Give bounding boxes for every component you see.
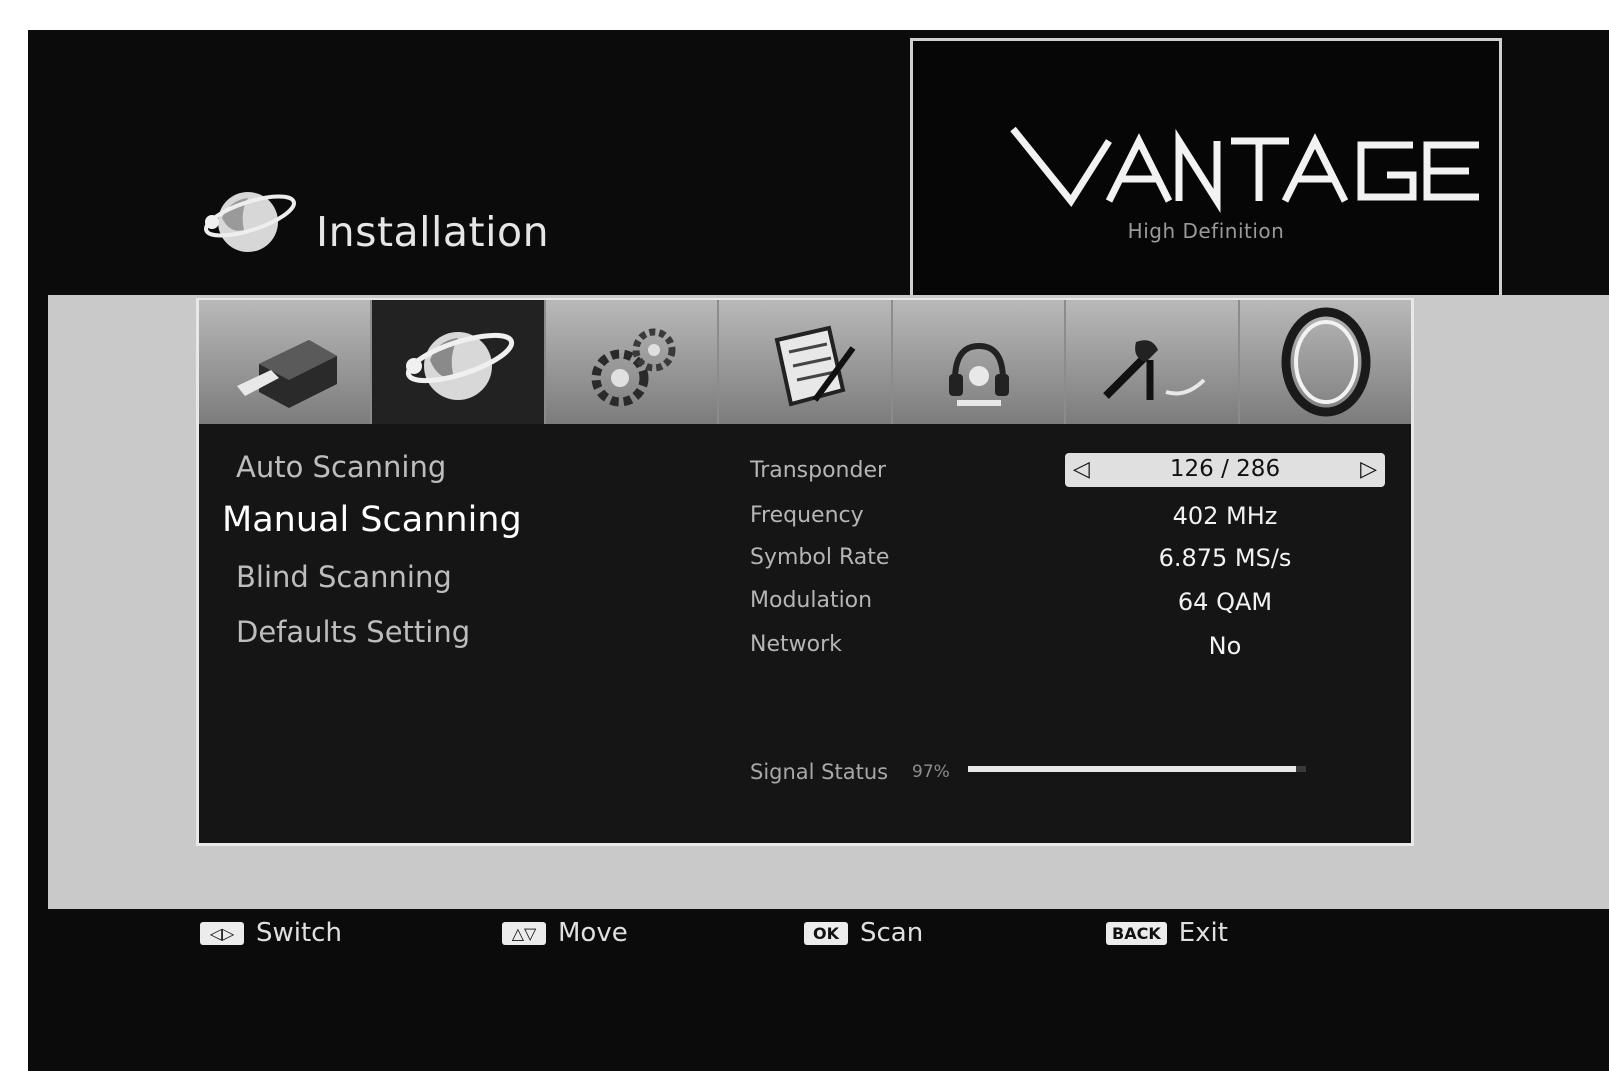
tab-installation[interactable] xyxy=(372,300,546,424)
headphones-icon xyxy=(948,342,1009,406)
menu-item-auto-scanning[interactable]: Auto Scanning xyxy=(236,450,446,484)
menu-item-manual-scanning[interactable]: Manual Scanning xyxy=(222,500,522,540)
footer-switch: ◁▷ Switch xyxy=(200,918,342,948)
logo-subtitle: High Definition xyxy=(1127,219,1285,243)
tools-icon xyxy=(1103,340,1206,400)
frequency-label: Frequency xyxy=(750,503,864,528)
ok-key-icon: OK xyxy=(804,921,848,945)
signal-status-bar xyxy=(968,766,1306,772)
network-value[interactable]: No xyxy=(1130,632,1320,660)
menu-icon-bar xyxy=(199,300,1411,424)
footer-scan-label: Scan xyxy=(860,918,924,948)
footer-scan: OK Scan xyxy=(804,918,923,948)
symbol-rate-value[interactable]: 6.875 MS/s xyxy=(1130,544,1320,572)
transponder-selector[interactable]: ◁ 126 / 286 ▷ xyxy=(1065,453,1385,487)
signal-status-label: Signal Status xyxy=(750,760,889,784)
brand-logo: High Definition xyxy=(910,38,1502,302)
receiver-icon xyxy=(237,340,337,408)
page-title: Installation xyxy=(316,208,550,256)
modulation-value[interactable]: 64 QAM xyxy=(1130,588,1320,616)
tab-receiver[interactable] xyxy=(199,300,373,424)
tab-tools[interactable] xyxy=(1066,300,1240,424)
footer-exit-label: Exit xyxy=(1178,918,1228,948)
tab-notes[interactable] xyxy=(719,300,893,424)
tab-settings[interactable] xyxy=(545,300,720,424)
up-down-key-icon: △▽ xyxy=(502,921,546,945)
tab-exit[interactable] xyxy=(1239,300,1411,424)
network-label: Network xyxy=(750,632,842,657)
vantage-logo-icon xyxy=(1010,126,1479,214)
transponder-label: Transponder xyxy=(750,458,887,483)
symbol-rate-label: Symbol Rate xyxy=(750,545,890,570)
tab-audio[interactable] xyxy=(892,300,1067,424)
satellite-globe-icon xyxy=(200,178,300,262)
satellite-globe-icon xyxy=(406,332,515,400)
signal-status-percent: 97% xyxy=(912,762,950,782)
transponder-value: 126 / 286 xyxy=(1169,456,1281,482)
gears-icon xyxy=(591,328,676,407)
back-key-icon: BACK xyxy=(1106,921,1167,945)
footer-switch-label: Switch xyxy=(256,918,342,948)
notepad-icon xyxy=(774,325,856,407)
menu-item-defaults-setting[interactable]: Defaults Setting xyxy=(236,615,470,649)
arrow-right-icon[interactable]: ▷ xyxy=(1360,457,1377,482)
footer-exit: BACK Exit xyxy=(1106,918,1228,948)
left-right-key-icon: ◁▷ xyxy=(200,921,244,945)
arrow-left-icon[interactable]: ◁ xyxy=(1073,457,1090,482)
footer-move-label: Move xyxy=(558,918,628,948)
frequency-value[interactable]: 402 MHz xyxy=(1130,502,1320,530)
menu-item-blind-scanning[interactable]: Blind Scanning xyxy=(236,560,452,594)
footer-move: △▽ Move xyxy=(502,918,628,948)
signal-status-fill xyxy=(968,766,1296,772)
oval-icon xyxy=(1281,307,1371,417)
modulation-label: Modulation xyxy=(750,588,873,613)
